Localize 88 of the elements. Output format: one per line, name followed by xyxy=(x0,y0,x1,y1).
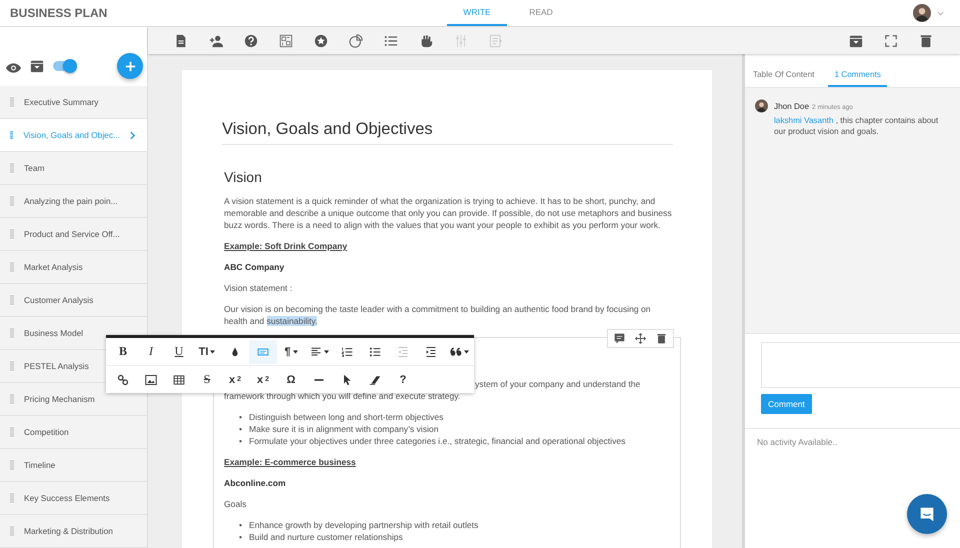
paragraph: ystem of your company and understand the xyxy=(475,379,640,389)
list-icon[interactable] xyxy=(384,34,398,48)
bullet-marker: • xyxy=(239,423,242,435)
paragraph: Our vision is on becoming the taste leader with a commitment to building an authentic food brand by focusing on health and sustainability. xyxy=(224,303,652,327)
company-name: Abconline.com xyxy=(224,477,287,489)
bullet-item: Enhance growth by developing partnership with retail outlets xyxy=(249,519,478,531)
bullet-marker: • xyxy=(239,435,242,447)
move-icon[interactable] xyxy=(635,333,646,344)
comment-icon[interactable] xyxy=(614,333,625,344)
bullet-marker: • xyxy=(239,411,242,423)
highlight-icon xyxy=(257,346,269,358)
trash-icon[interactable] xyxy=(656,333,667,344)
drag-handle-icon[interactable] xyxy=(10,526,14,536)
bullet-marker: • xyxy=(239,531,242,543)
section-heading: Vision xyxy=(224,169,263,185)
trash-icon[interactable] xyxy=(919,34,933,48)
comment-author: Jhon Doe xyxy=(774,102,810,111)
outdent-icon xyxy=(397,346,409,358)
numbered-list-icon xyxy=(341,346,353,358)
plus-icon xyxy=(124,60,136,72)
paragraph: framework through which you will define and execute strategy. xyxy=(224,390,462,402)
drag-handle-icon[interactable] xyxy=(10,163,14,173)
drag-handle-icon[interactable] xyxy=(10,394,14,404)
paragraph: Goals xyxy=(224,498,248,510)
pointer-icon xyxy=(341,374,353,386)
app-title: BUSINESS PLAN xyxy=(10,6,108,20)
fullscreen-icon[interactable] xyxy=(884,34,898,48)
drag-handle-icon[interactable] xyxy=(10,262,14,272)
example-heading: Example: Soft Drink Company xyxy=(224,240,348,252)
format-button[interactable]: ¶ xyxy=(277,340,305,364)
panel-tab[interactable]: Table Of Content xyxy=(753,70,814,87)
format-button[interactable]: TI xyxy=(193,340,221,364)
format-button[interactable]: Ω xyxy=(277,368,305,392)
drag-handle-icon[interactable] xyxy=(10,196,14,206)
mode-tab[interactable]: READ xyxy=(511,0,571,26)
company-name: ABC Company xyxy=(224,261,286,273)
paragraph: Vision statement : xyxy=(224,282,294,294)
drag-handle-icon[interactable] xyxy=(10,328,14,338)
bullet-item: Make sure it is in alignment with company’s vision xyxy=(249,423,438,435)
paragraph: A vision statement is a quick reminder of what the organization is trying to achieve. It has to be short, punchy, and memorable and describe a unique outcome that only you can provide. If possible, do not use metaphors and business buzz words. There is a need to align with the values that you want your people to exhibit as you perform your work. xyxy=(224,195,673,231)
avatar xyxy=(913,4,931,22)
example-heading: Example: E-commerce business xyxy=(224,456,357,468)
bullet-marker: • xyxy=(239,519,242,531)
drag-handle-icon[interactable] xyxy=(10,229,14,239)
table-icon xyxy=(173,374,185,386)
document-title: Vision, Goals and Objectives xyxy=(222,120,673,145)
bullet-list-icon xyxy=(369,346,381,358)
bullet-item: Build and nurture customer relationships xyxy=(249,531,403,543)
archive-icon[interactable] xyxy=(849,34,863,48)
caret-icon xyxy=(210,350,216,354)
format-button[interactable]: x$^{2}$ xyxy=(249,368,277,392)
bullet-item: Formulate your objectives under three categories i.e., strategic, financial and operational objectives xyxy=(249,435,626,447)
document-icon[interactable] xyxy=(174,34,188,48)
caret-icon xyxy=(464,350,468,354)
toggle-switch[interactable] xyxy=(53,58,77,74)
puzzle-icon[interactable] xyxy=(279,34,293,48)
bullet-item: Distinguish between long and short-term objectives xyxy=(249,411,444,423)
image-icon xyxy=(145,374,157,386)
drag-handle-icon[interactable] xyxy=(10,493,14,503)
hand-icon[interactable] xyxy=(419,34,433,48)
drag-handle-icon[interactable] xyxy=(10,97,14,107)
comment-field[interactable] xyxy=(761,342,960,388)
format-button[interactable]: ? xyxy=(389,368,417,392)
chevron-right-icon xyxy=(130,130,135,140)
strikethrough-button[interactable]: S xyxy=(193,368,221,392)
drag-handle-icon[interactable] xyxy=(10,361,14,371)
archive-icon[interactable] xyxy=(30,59,44,73)
drag-handle-icon[interactable] xyxy=(10,295,14,305)
align-icon xyxy=(310,346,322,358)
add-button[interactable] xyxy=(117,53,143,79)
eye-icon[interactable] xyxy=(6,63,21,73)
help-icon[interactable] xyxy=(244,34,258,48)
link-icon xyxy=(117,374,129,386)
drag-handle-icon[interactable] xyxy=(10,427,14,437)
drag-handle-icon[interactable] xyxy=(10,460,14,470)
eraser-icon xyxy=(369,374,381,386)
quote-icon xyxy=(450,346,462,358)
activity-message: No activity Available.. xyxy=(756,436,838,449)
indent-icon xyxy=(425,346,437,358)
add-user-icon[interactable] xyxy=(209,34,223,48)
caret-icon[interactable] xyxy=(937,10,944,16)
underline-button[interactable]: U xyxy=(165,340,193,364)
comment-text: lakshmi Vasanth , this chapter contains about our product vision and goals. xyxy=(774,115,940,137)
pie-chart-icon[interactable] xyxy=(349,34,363,48)
caret-icon xyxy=(292,350,298,354)
drag-handle-icon[interactable] xyxy=(10,130,14,140)
caret-icon xyxy=(324,350,328,354)
chat-icon xyxy=(918,505,936,523)
